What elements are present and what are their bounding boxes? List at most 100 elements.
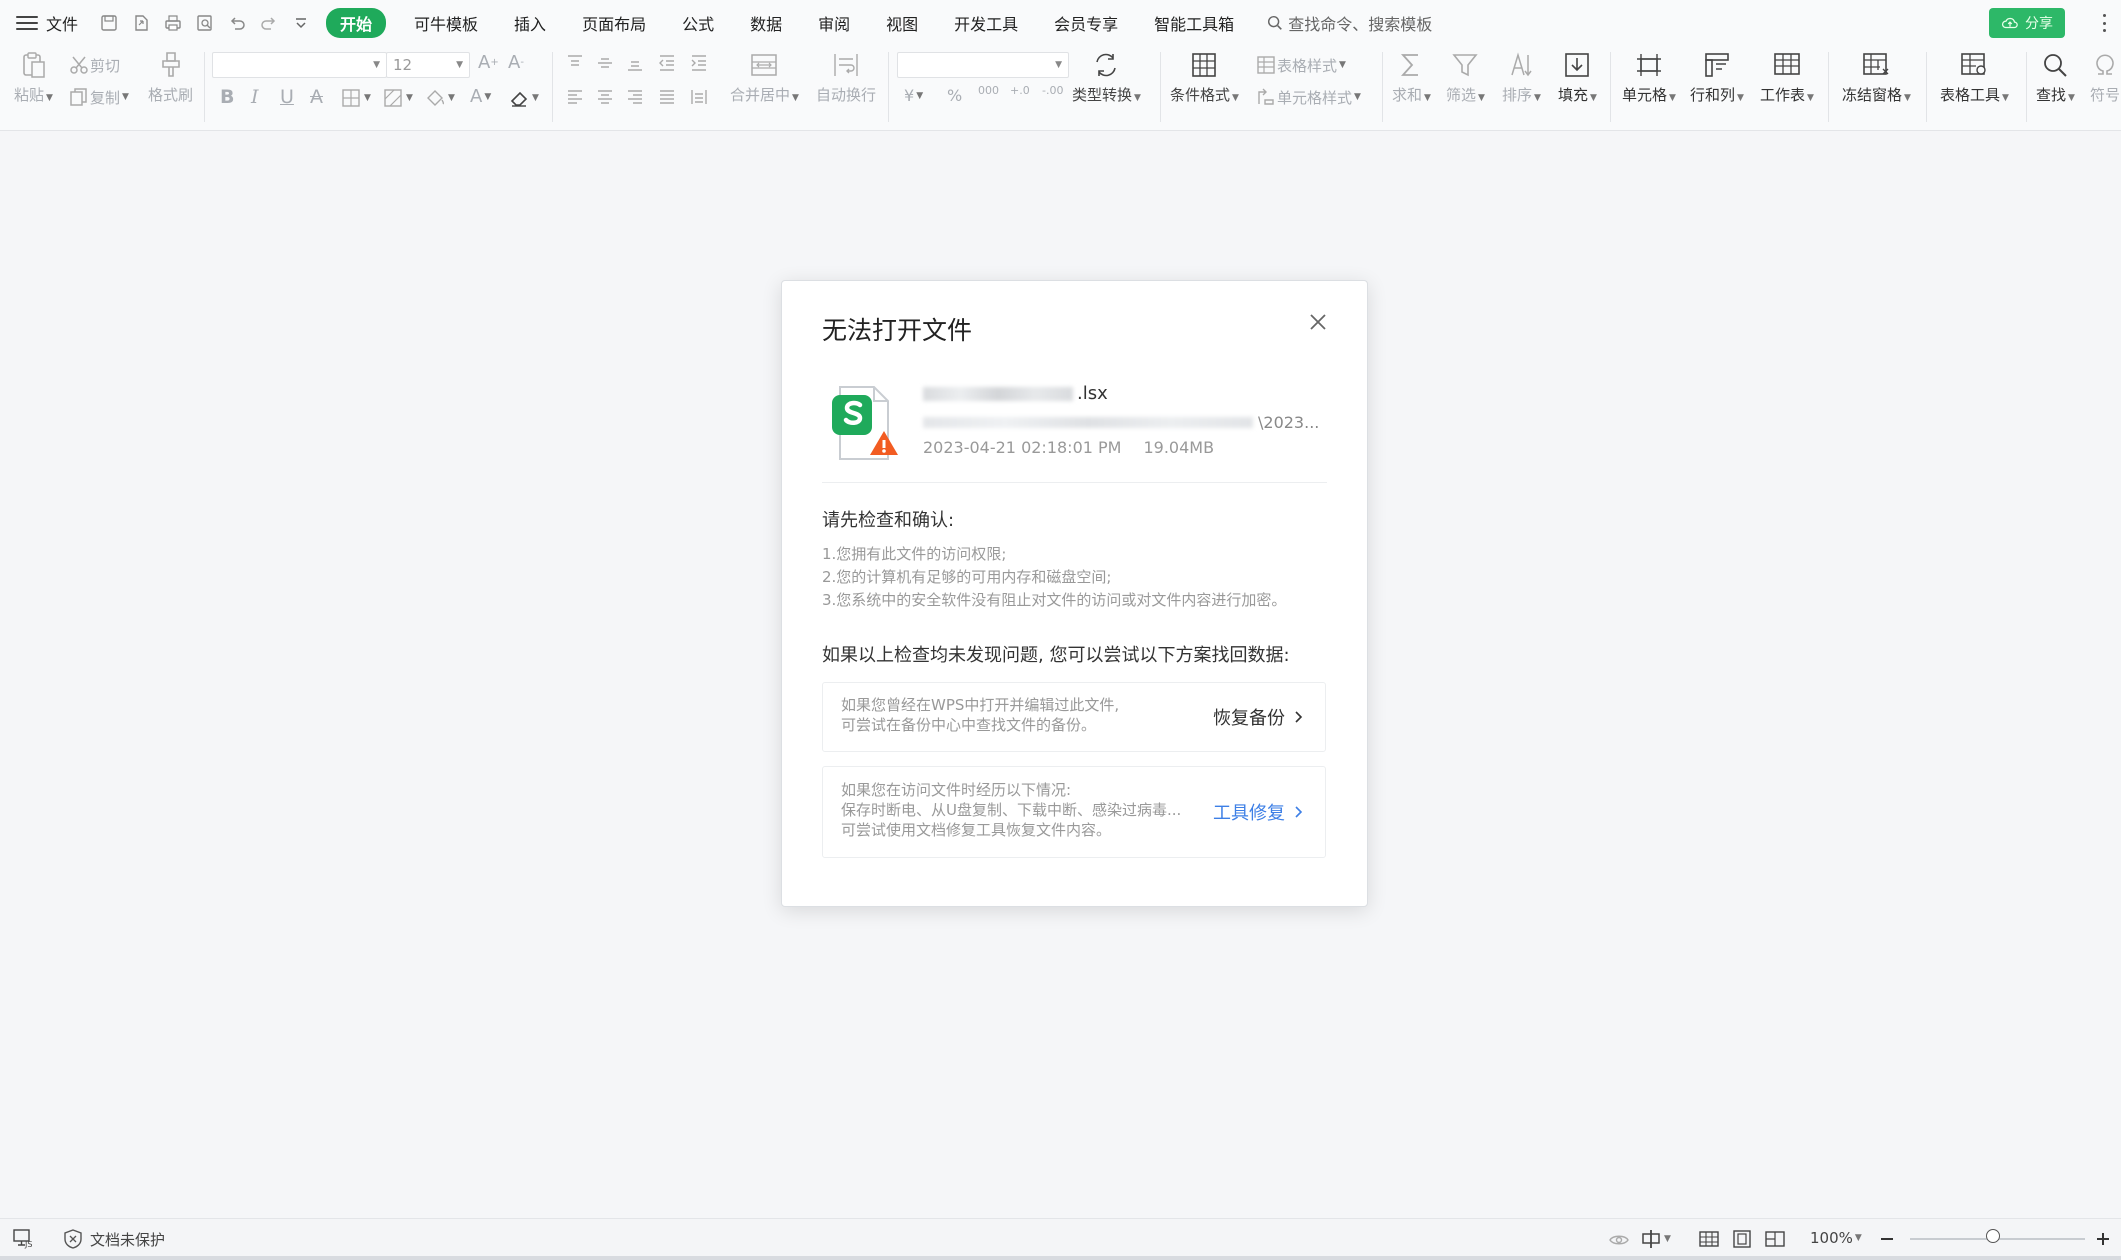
document-protection-status[interactable]: 文档未保护 [62,1228,165,1250]
table-style-button[interactable]: 表格样式 ▼ [1255,54,1346,76]
fill-color-button[interactable]: ▼ [424,87,455,109]
tool-repair-button[interactable]: 工具修复 [1213,799,1305,825]
conditional-format-label: 条件格式 [1170,86,1231,104]
tab-page-layout[interactable]: 页面布局 [582,11,646,35]
tab-templates[interactable]: 可牛模板 [414,11,478,35]
scissors-icon [70,56,88,74]
number-format-combo[interactable]: ▼ [897,52,1069,78]
tab-data[interactable]: 数据 [750,11,782,35]
row-col-button[interactable]: 行和列 ▼ [1690,50,1744,105]
copy-button[interactable]: 复制 ▼ [68,86,129,108]
macro-record-button[interactable]: JS [12,1227,34,1249]
repair-card-line: 保存时断电、从U盘复制、下载中断、感染过病毒... [841,801,1182,819]
undo-icon[interactable] [226,12,248,34]
align-top-icon [568,55,582,66]
redo-icon[interactable] [258,12,280,34]
backup-card-line: 可尝试在备份中心中查找文件的备份。 [841,716,1097,734]
hamburger-menu-icon[interactable] [16,16,38,30]
conditional-format-button[interactable]: 条件格式 ▼ [1170,50,1239,105]
cell-shading-button[interactable]: ▼ [382,87,413,109]
tab-formulas[interactable]: 公式 [682,11,714,35]
file-date: 2023-04-21 02:18:01 PM [923,438,1122,457]
tab-view[interactable]: 视图 [886,11,918,35]
paste-button[interactable]: 粘贴 ▼ [14,50,53,105]
decrease-indent-button[interactable] [656,52,678,74]
merge-center-label: 合并居中 [730,86,791,104]
save-icon[interactable] [98,12,120,34]
omega-icon [2096,54,2114,75]
underline-button[interactable]: U [280,86,294,108]
page-break-view-button[interactable] [1764,1228,1786,1250]
decrease-decimal-button[interactable]: -.00 [1042,84,1063,97]
tab-smart-toolbox[interactable]: 智能工具箱 [1154,11,1234,35]
font-name-combo[interactable]: ▼ [212,52,387,78]
find-button[interactable]: 查找 ▼ [2036,50,2075,105]
currency-format-button[interactable]: ¥ ▼ [904,86,923,105]
increase-decimal-button[interactable]: +.0 [1010,84,1030,97]
tab-home[interactable]: 开始 [326,8,387,38]
symbol-button[interactable]: 符号 [2090,50,2120,105]
align-left-button[interactable] [564,86,586,108]
tab-insert[interactable]: 插入 [514,11,546,35]
print-preview-icon[interactable] [194,12,216,34]
check-heading: 请先检查和确认: [822,510,955,531]
input-method-button[interactable]: ▼ [1640,1228,1671,1250]
cut-button[interactable]: 剪切 [68,54,120,76]
eye-protection-button[interactable] [1608,1228,1630,1250]
justify-button[interactable] [656,86,678,108]
more-options-icon[interactable] [2103,14,2107,32]
cloud-share-icon [2001,17,2018,29]
align-center-button[interactable] [594,86,616,108]
sum-button[interactable]: 求和 ▼ [1392,50,1431,105]
ribbon-toolbar: 粘贴 ▼ 剪切 复制 ▼ 格式刷 ▼ 12 ▼ A + A- B I U A ▼ ▼ ▼… [0,46,2121,131]
print-icon[interactable] [162,12,184,34]
merge-center-button[interactable]: 合并居中 ▼ [730,50,799,105]
file-menu[interactable]: 文件 [46,11,78,35]
align-middle-button[interactable] [594,52,616,74]
worksheet-button[interactable]: 工作表 ▼ [1760,50,1814,105]
align-right-button[interactable] [624,86,646,108]
font-shrink-button[interactable]: A- [508,52,524,73]
align-bottom-button[interactable] [624,52,646,74]
clear-format-button[interactable]: ▼ [508,87,539,109]
bold-button[interactable]: B [220,86,234,108]
italic-button[interactable]: I [251,86,259,108]
sort-button[interactable]: 排序 ▼ [1502,50,1541,105]
percent-format-button[interactable]: % [947,86,962,105]
format-painter-button[interactable]: 格式刷 [148,50,193,105]
export-pdf-icon[interactable] [130,12,152,34]
align-right-icon [628,90,642,104]
restore-backup-button[interactable]: 恢复备份 [1213,704,1305,730]
tab-member[interactable]: 会员专享 [1054,11,1118,35]
font-color-button[interactable]: A ▼ [470,86,491,107]
page-layout-view-button[interactable] [1731,1228,1753,1250]
strikethrough-button[interactable]: A [310,86,323,108]
zoom-level-dropdown[interactable]: 100% ▼ [1810,1229,1862,1247]
quick-access-dropdown-icon[interactable] [290,12,312,34]
freeze-panes-button[interactable]: 冻结窗格 ▼ [1842,50,1911,105]
ribbon-separator [1382,52,1383,122]
font-size-combo[interactable]: 12 ▼ [386,52,470,78]
tab-developer[interactable]: 开发工具 [954,11,1018,35]
filter-button[interactable]: 筛选 ▼ [1446,50,1485,105]
close-icon[interactable] [1307,311,1329,333]
increase-indent-button[interactable] [688,52,710,74]
align-top-button[interactable] [564,52,586,74]
fill-button[interactable]: 填充 ▼ [1558,50,1597,105]
zoom-in-button[interactable] [2092,1228,2114,1250]
distributed-align-button[interactable] [688,86,710,108]
share-button[interactable]: 分享 [1989,8,2065,38]
type-convert-button[interactable]: 类型转换 ▼ [1072,50,1141,105]
table-tools-button[interactable]: 表格工具 ▼ [1940,50,2009,105]
wrap-text-button[interactable]: 自动换行 [816,50,876,105]
normal-view-button[interactable] [1698,1228,1720,1250]
cell-button[interactable]: 单元格 ▼ [1622,50,1676,105]
border-button[interactable]: ▼ [340,87,371,109]
zoom-slider-handle[interactable] [1986,1229,2000,1243]
cell-style-button[interactable]: 单元格样式 ▼ [1255,86,1361,108]
font-grow-button[interactable]: A + [478,52,499,73]
tab-review[interactable]: 审阅 [818,11,850,35]
zoom-out-button[interactable] [1876,1228,1898,1250]
thousands-separator-button[interactable]: 000 [978,84,999,97]
command-search[interactable]: 查找命令、搜索模板 [1266,11,1432,35]
